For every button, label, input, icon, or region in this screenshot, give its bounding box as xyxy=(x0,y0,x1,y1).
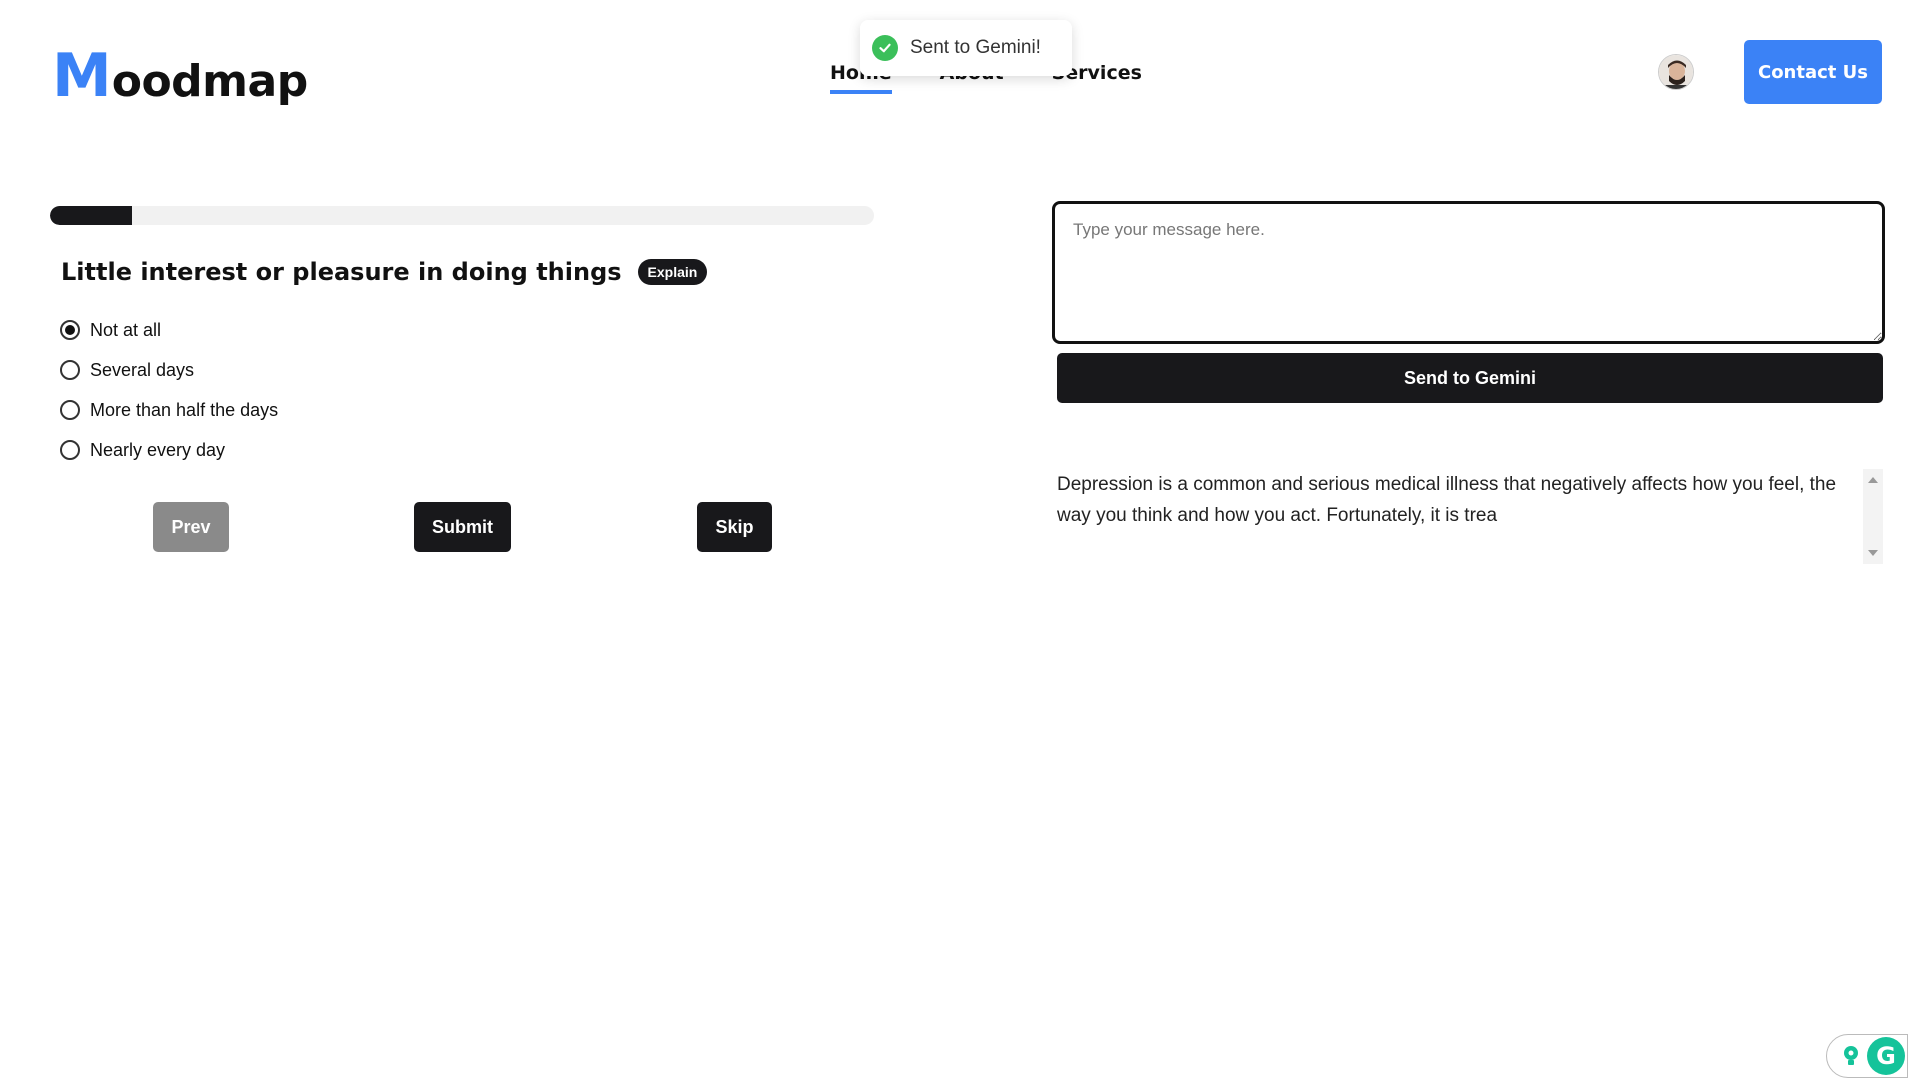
grammarly-widget[interactable]: G xyxy=(1826,1034,1908,1078)
lightbulb-icon xyxy=(1844,1046,1858,1065)
toast-notification: Sent to Gemini! xyxy=(860,20,1072,76)
option-label: Several days xyxy=(90,359,195,380)
logo[interactable]: M oodmap xyxy=(52,41,308,111)
logo-text: oodmap xyxy=(111,56,309,107)
user-avatar[interactable] xyxy=(1658,54,1694,90)
progress-bar xyxy=(50,206,874,225)
radio-button[interactable] xyxy=(60,440,80,460)
response-panel: Depression is a common and serious medic… xyxy=(1057,469,1883,564)
radio-button[interactable] xyxy=(60,360,80,380)
option-nearly-every-day[interactable]: Nearly every day xyxy=(60,439,278,461)
option-more-than-half[interactable]: More than half the days xyxy=(60,399,278,421)
option-several-days[interactable]: Several days xyxy=(60,359,278,381)
send-to-gemini-button[interactable]: Send to Gemini xyxy=(1057,353,1883,403)
logo-letter: M xyxy=(52,41,112,111)
option-not-at-all[interactable]: Not at all xyxy=(60,319,278,341)
grammarly-icon[interactable]: G xyxy=(1867,1037,1905,1075)
message-input[interactable] xyxy=(1052,201,1885,344)
prev-button[interactable]: Prev xyxy=(153,502,229,552)
progress-fill xyxy=(50,206,133,225)
question-title: Little interest or pleasure in doing thi… xyxy=(61,258,622,286)
scroll-up-arrow-icon[interactable] xyxy=(1868,477,1878,483)
submit-button[interactable]: Submit xyxy=(414,502,511,552)
answer-options: Not at all Several days More than half t… xyxy=(60,319,278,461)
skip-button[interactable]: Skip xyxy=(697,502,772,552)
question-row: Little interest or pleasure in doing thi… xyxy=(61,258,708,286)
option-label: Not at all xyxy=(90,319,162,340)
toast-message: Sent to Gemini! xyxy=(910,37,1041,58)
contact-us-button[interactable]: Contact Us xyxy=(1744,40,1882,104)
response-scrollbar[interactable] xyxy=(1863,469,1883,564)
explain-button[interactable]: Explain xyxy=(637,259,708,285)
radio-button[interactable] xyxy=(60,400,80,420)
check-circle-icon xyxy=(872,35,898,61)
radio-button[interactable] xyxy=(60,320,80,340)
response-text: Depression is a common and serious medic… xyxy=(1057,474,1837,526)
option-label: Nearly every day xyxy=(90,439,226,460)
scroll-down-arrow-icon[interactable] xyxy=(1868,550,1878,556)
option-label: More than half the days xyxy=(90,399,279,420)
